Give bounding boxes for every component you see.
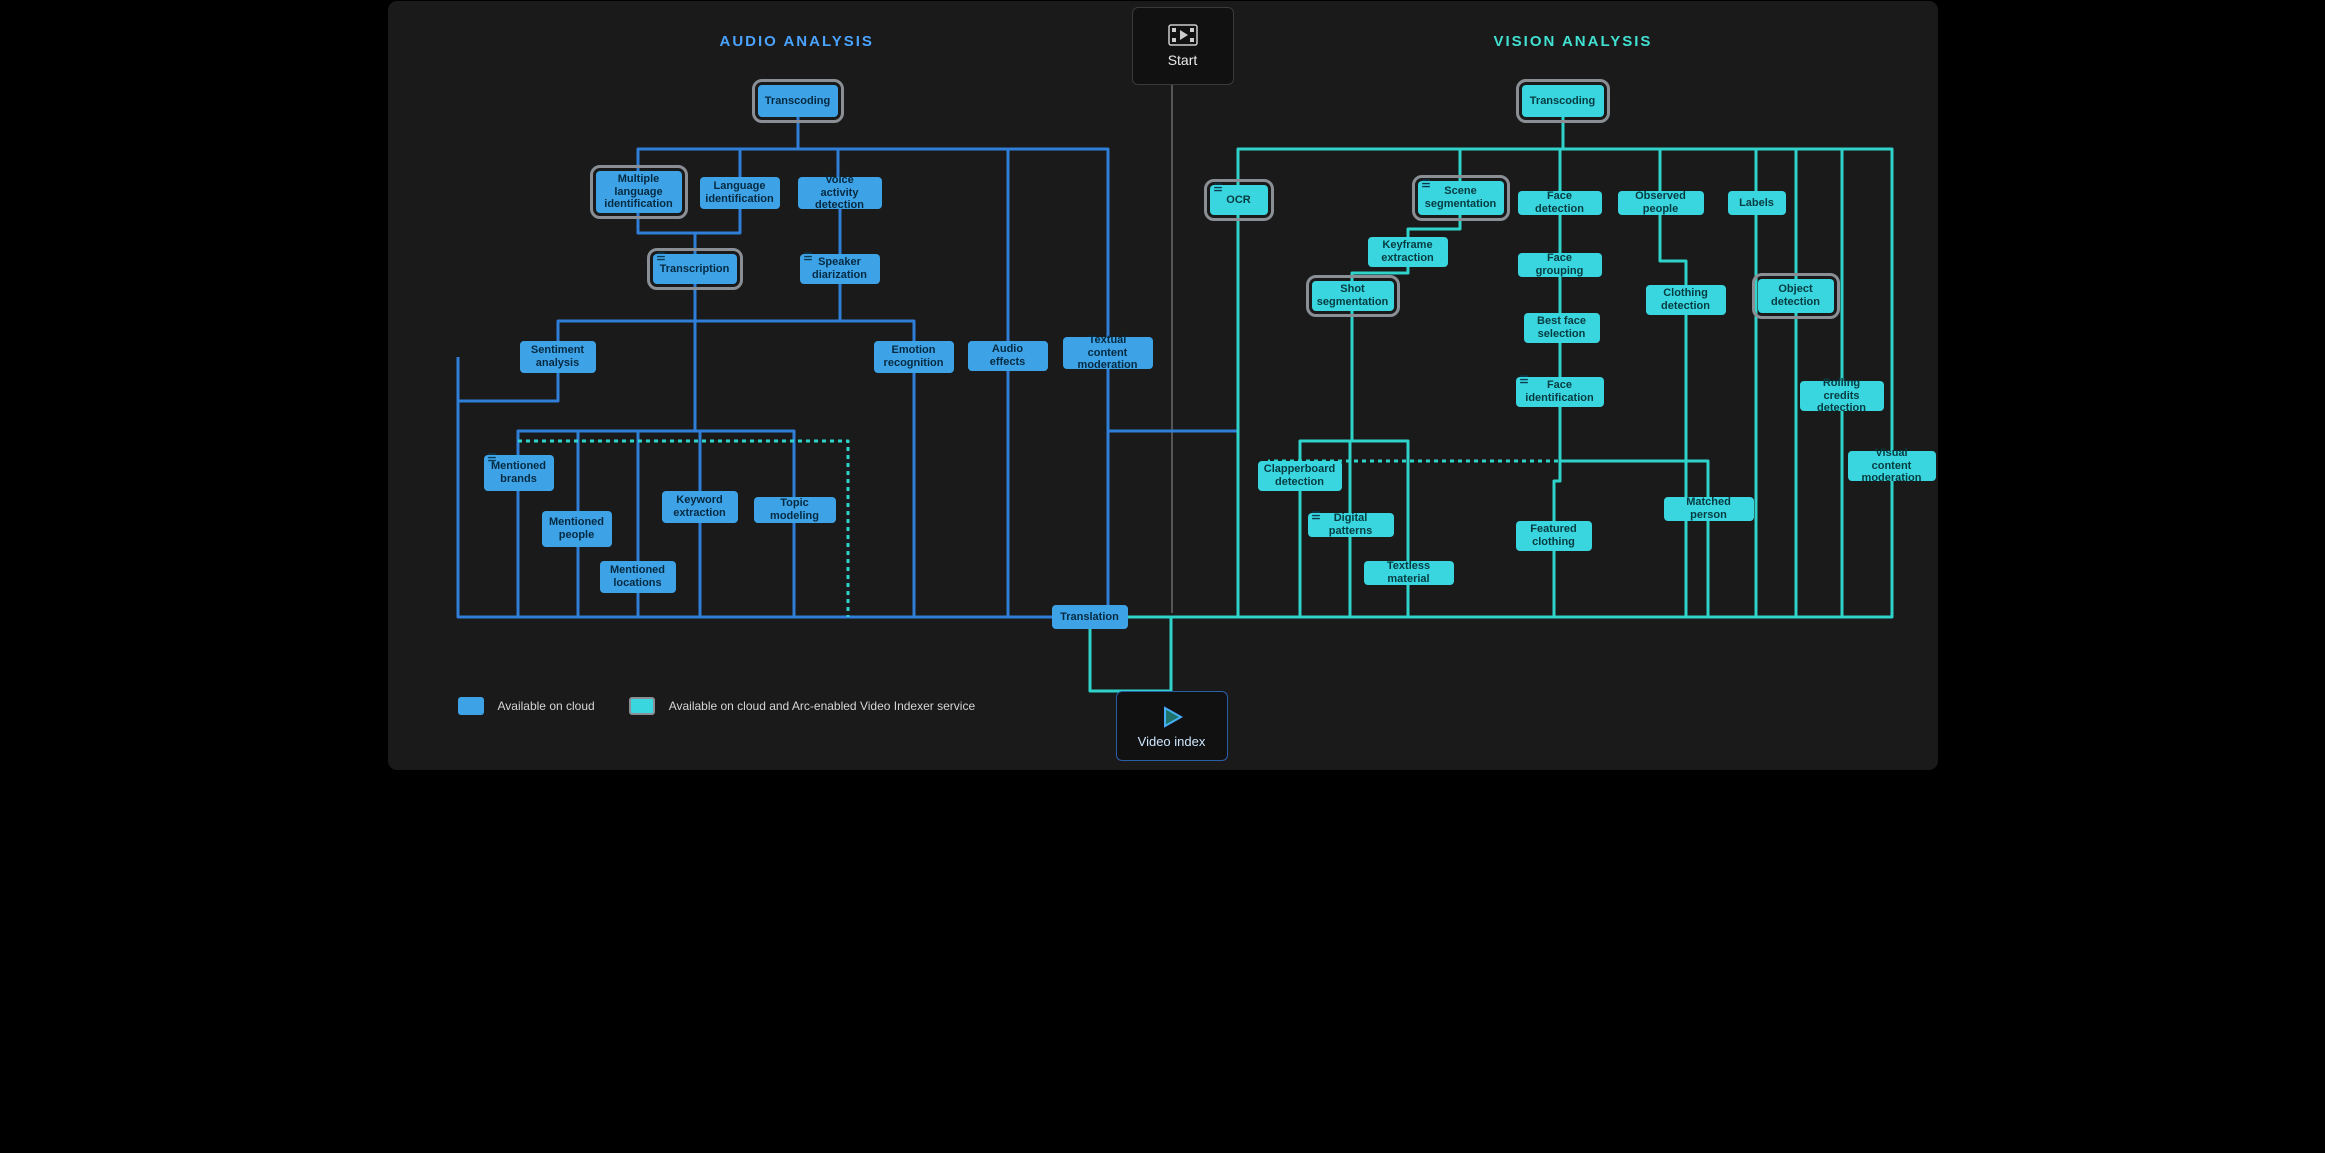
settings-icon: ☰ xyxy=(1312,511,1321,523)
node-label: Textual content moderation xyxy=(1071,334,1145,372)
diagram-frame: AUDIO ANALYSIS VISION ANALYSIS Start Vid… xyxy=(387,0,1939,771)
node-a_ae: Audio effects xyxy=(968,341,1048,371)
settings-icon: ☰ xyxy=(804,252,813,264)
node-v_fd: Face detection xyxy=(1518,191,1602,215)
node-label: Transcoding xyxy=(765,95,830,108)
node-a_li: Language identification xyxy=(700,177,780,209)
settings-icon: ☰ xyxy=(1214,183,1223,195)
node-label: Face identification xyxy=(1524,379,1596,404)
node-label: Labels xyxy=(1739,197,1774,210)
node-label: Observed people xyxy=(1626,190,1696,215)
node-label: Shot segmentation xyxy=(1317,283,1389,308)
node-v_op: Observed people xyxy=(1618,191,1704,215)
node-v_tx: Textless material xyxy=(1364,561,1454,585)
node-label: Mentioned locations xyxy=(608,564,668,589)
node-a_vad: Voice activity detection xyxy=(798,177,882,209)
node-label: Rolling credits detection xyxy=(1808,377,1876,415)
node-label: Face detection xyxy=(1526,190,1594,215)
node-label: Audio effects xyxy=(976,343,1040,368)
node-v_fg: Face grouping xyxy=(1518,253,1602,277)
node-label: Scene segmentation xyxy=(1425,185,1497,210)
node-v_rcd: Rolling credits detection xyxy=(1800,381,1884,411)
node-label: Keyword extraction xyxy=(670,494,730,519)
settings-icon: ☰ xyxy=(1520,375,1529,387)
node-v_fc: Featured clothing xyxy=(1516,521,1592,551)
node-v_trans: Transcoding xyxy=(1522,85,1604,117)
node-v_kf: Keyframe extraction xyxy=(1368,237,1448,267)
node-label: Visual content moderation xyxy=(1856,447,1928,485)
node-label: Transcription xyxy=(660,263,730,276)
node-a_mb: Mentioned brands☰ xyxy=(484,455,554,491)
node-v_mpn: Matched person xyxy=(1664,497,1754,521)
node-a_tm: Topic modeling xyxy=(754,497,836,523)
node-a_er: Emotion recognition xyxy=(874,341,954,373)
node-v_ocr: OCR☰ xyxy=(1210,185,1268,215)
node-a_trans: Transcoding xyxy=(758,85,838,117)
node-a_tcm: Textual content moderation xyxy=(1063,337,1153,369)
node-label: Matched person xyxy=(1672,496,1746,521)
node-v_shot: Shot segmentation xyxy=(1312,281,1394,311)
node-v_dp: Digital patterns☰ xyxy=(1308,513,1394,537)
node-layer: Transcoding Multiple language identificat… xyxy=(388,1,1938,770)
node-label: Face grouping xyxy=(1526,252,1594,277)
node-label: Sentiment analysis xyxy=(528,344,588,369)
settings-icon: ☰ xyxy=(657,252,666,264)
node-v_cd: Clothing detection xyxy=(1646,285,1726,315)
node-label: Mentioned people xyxy=(549,516,604,541)
node-label: Clothing detection xyxy=(1654,287,1718,312)
node-label: Digital patterns xyxy=(1316,512,1386,537)
node-a_ml: Mentioned locations xyxy=(600,561,676,593)
node-a_mp: Mentioned people xyxy=(542,511,612,547)
node-label: Speaker diarization xyxy=(808,256,872,281)
node-a_tl: Translation xyxy=(1052,605,1128,629)
node-label: Keyframe extraction xyxy=(1376,239,1440,264)
node-a_mli: Multiple language identification xyxy=(596,171,682,213)
node-v_bfs: Best face selection xyxy=(1524,313,1600,343)
node-v_od: Object detection xyxy=(1758,279,1834,313)
settings-icon: ☰ xyxy=(488,453,497,465)
node-v_scene: Scene segmentation☰ xyxy=(1418,181,1504,215)
node-label: Multiple language identification xyxy=(604,173,674,211)
node-a_sd: Speaker diarization☰ xyxy=(800,254,880,284)
node-a_sa: Sentiment analysis xyxy=(520,341,596,373)
node-label: Textless material xyxy=(1372,560,1446,585)
node-label: Mentioned brands xyxy=(491,460,546,485)
node-v_fi: Face identification☰ xyxy=(1516,377,1604,407)
node-v_lbl: Labels xyxy=(1728,191,1786,215)
node-label: Emotion recognition xyxy=(882,344,946,369)
node-label: Clapperboard detection xyxy=(1264,463,1336,488)
node-label: OCR xyxy=(1226,194,1250,207)
node-label: Voice activity detection xyxy=(806,174,874,212)
node-label: Language identification xyxy=(705,180,773,205)
settings-icon: ☰ xyxy=(1422,179,1431,191)
node-label: Featured clothing xyxy=(1524,523,1584,548)
node-label: Object detection xyxy=(1766,283,1826,308)
node-v_cb: Clapperboard detection xyxy=(1258,461,1342,491)
node-a_tr: Transcription☰ xyxy=(653,254,737,284)
node-label: Topic modeling xyxy=(762,497,828,522)
node-label: Translation xyxy=(1060,611,1119,624)
node-a_ke: Keyword extraction xyxy=(662,491,738,523)
node-v_vcm: Visual content moderation xyxy=(1848,451,1936,481)
node-label: Transcoding xyxy=(1530,95,1595,108)
node-label: Best face selection xyxy=(1532,315,1592,340)
